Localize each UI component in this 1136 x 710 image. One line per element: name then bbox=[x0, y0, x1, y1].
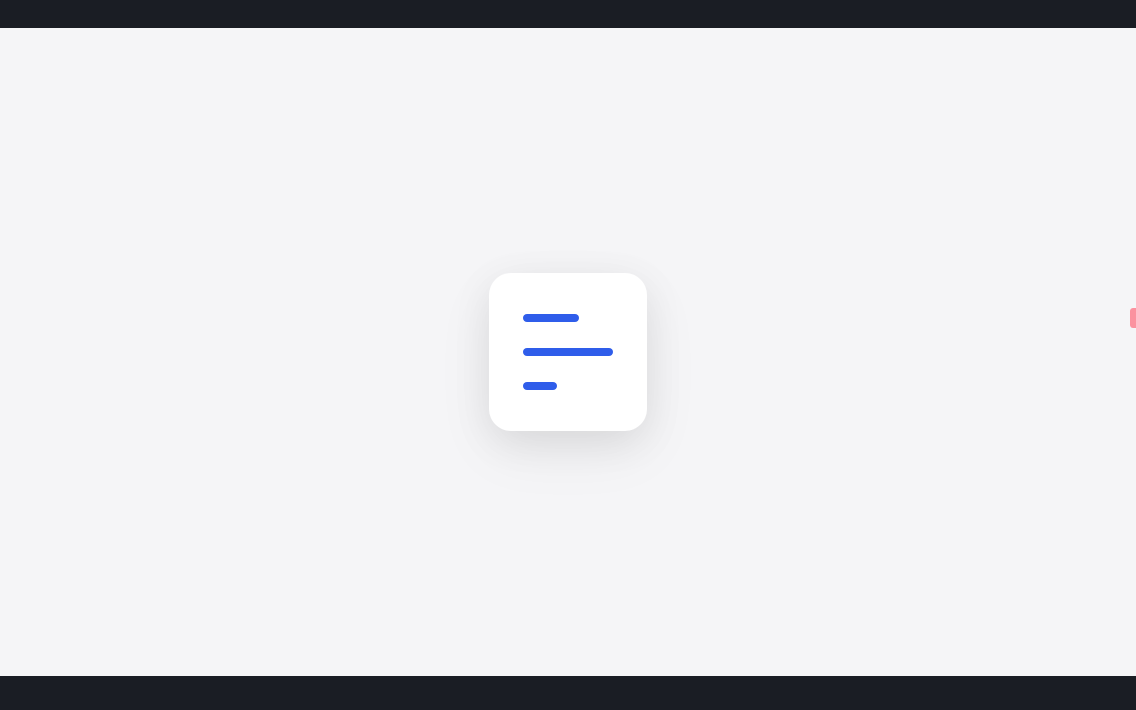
loading-bar-line-2 bbox=[523, 348, 613, 356]
right-edge-indicator bbox=[1130, 308, 1136, 328]
loading-bar-line-1 bbox=[523, 314, 579, 322]
loading-indicator bbox=[489, 273, 647, 431]
top-header-bar bbox=[0, 0, 1136, 28]
loading-bar-line-3 bbox=[523, 382, 557, 390]
bottom-footer-bar bbox=[0, 676, 1136, 710]
main-content-area bbox=[0, 28, 1136, 676]
